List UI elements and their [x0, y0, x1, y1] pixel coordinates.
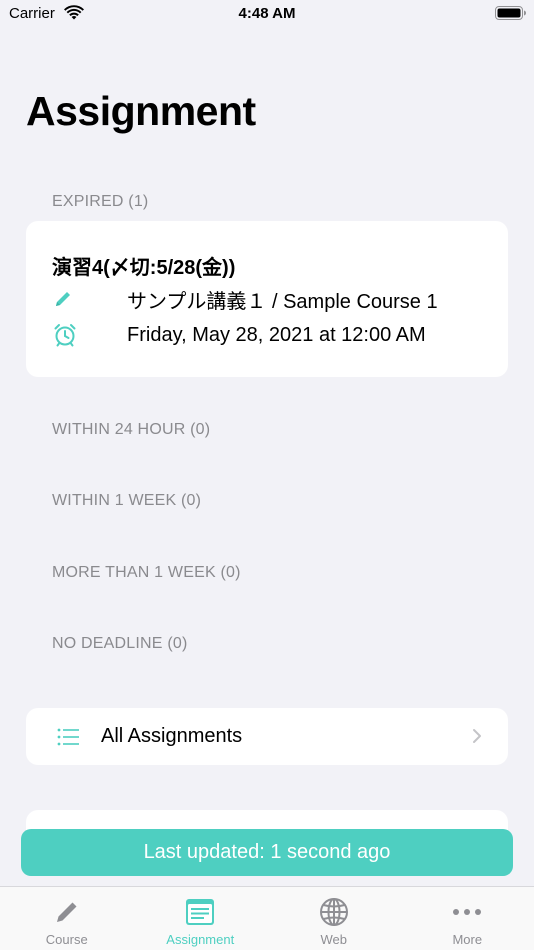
section-header-more-than-1-week: MORE THAN 1 WEEK (0)	[52, 564, 241, 581]
globe-icon	[319, 896, 349, 928]
section-header-within-24-hour: WITHIN 24 HOUR (0)	[52, 421, 211, 438]
assignment-icon	[185, 896, 215, 928]
pencil-icon	[52, 286, 86, 312]
battery-icon	[495, 6, 526, 20]
tab-label: Course	[45, 932, 88, 947]
pencil-icon	[53, 896, 81, 928]
alarm-clock-icon	[52, 322, 86, 348]
assignment-course-row: サンプル講義１ / Sample Course 1	[52, 285, 492, 313]
assignment-course: サンプル講義１ / Sample Course 1	[127, 290, 438, 313]
section-header-expired: EXPIRED (1)	[52, 193, 149, 210]
tab-label: More	[452, 932, 483, 947]
section-header-no-deadline: NO DEADLINE (0)	[52, 635, 188, 652]
tab-course[interactable]: Course	[0, 887, 134, 950]
all-assignments-button[interactable]: All Assignments	[26, 708, 508, 765]
page-title: Assignment	[26, 88, 256, 134]
chevron-right-icon	[473, 729, 481, 743]
assignment-deadline: Friday, May 28, 2021 at 12:00 AM	[127, 323, 426, 346]
assignment-deadline-row: Friday, May 28, 2021 at 12:00 AM	[52, 321, 492, 349]
section-header-within-1-week: WITHIN 1 WEEK (0)	[52, 492, 202, 509]
tab-label: Assignment	[166, 932, 235, 947]
tab-more[interactable]: More	[401, 887, 534, 950]
tab-bar: Course Assignment Web More	[0, 886, 534, 950]
last-updated-toast: Last updated: 1 second ago	[21, 829, 513, 876]
all-assignments-label: All Assignments	[101, 725, 243, 747]
more-icon	[452, 896, 482, 928]
tab-label: Web	[320, 932, 348, 947]
tab-assignment[interactable]: Assignment	[134, 887, 268, 950]
assignment-title: 演習4(〆切:5/28(金))	[52, 257, 236, 279]
tab-web[interactable]: Web	[267, 887, 401, 950]
list-icon	[57, 728, 79, 746]
status-bar: Carrier 4:48 AM	[0, 0, 534, 30]
clock-time: 4:48 AM	[238, 5, 296, 22]
assignment-card[interactable]: 演習4(〆切:5/28(金)) サンプル講義１ / Sample Course …	[26, 221, 508, 377]
